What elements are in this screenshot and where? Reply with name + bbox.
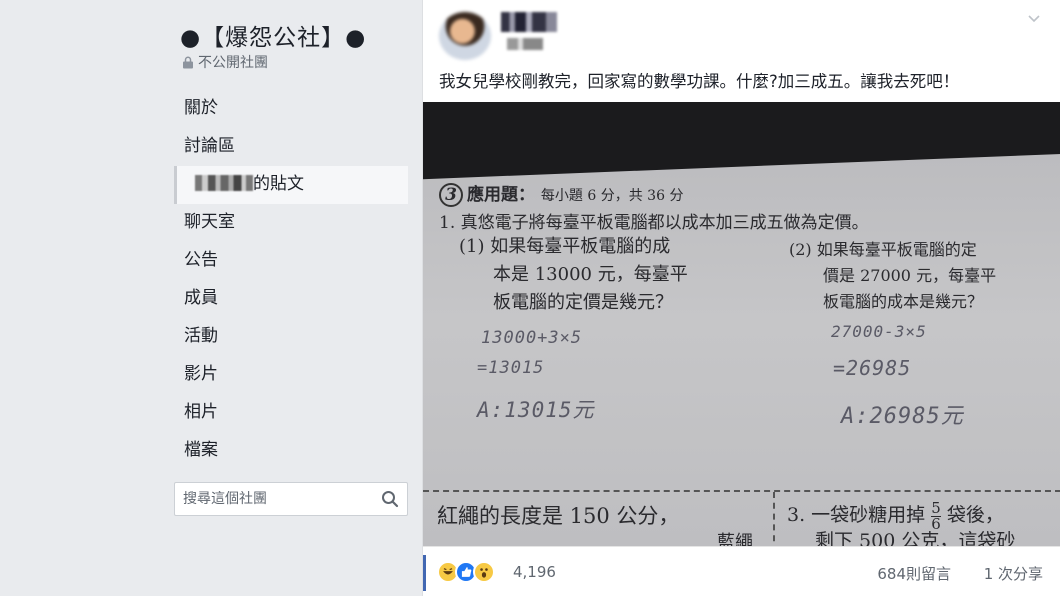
handwriting-2-line2: =26985 <box>833 356 912 380</box>
post-text: 我女兒學校剛教完，回家寫的數學功課。什麼?加三成五。讓我去死吧！ <box>439 72 960 91</box>
author-name-redacted[interactable] <box>501 12 557 32</box>
share-count[interactable]: 1 次分享 <box>984 563 1043 584</box>
worksheet-divider <box>423 490 1060 492</box>
group-sidebar: ●【爆怨公社】● 不公開社團 關於 討論區 的貼文 聊天室 公告 成員 活動 影… <box>0 0 422 596</box>
group-search-input[interactable] <box>183 491 381 507</box>
section-title: 應用題： <box>467 185 535 205</box>
search-icon[interactable] <box>381 490 399 508</box>
handwriting-1-line2: =13015 <box>477 358 545 378</box>
question-1-2-line1: (2) 如果每臺平板電腦的定 <box>789 240 977 259</box>
question-1-2-line3: 板電腦的成本是幾元？ <box>823 292 984 311</box>
handwriting-2-line1: 27000-3×5 <box>831 322 927 341</box>
privacy-label: 不公開社團 <box>198 55 268 71</box>
bottom-left-question-2: 藍繩 <box>717 532 753 546</box>
nav-item-member-posts-label: 的貼文 <box>253 174 304 194</box>
post-footer: 4,196 684則留言 1 次分享 <box>423 546 1060 596</box>
handwriting-2-line3: A:26985元 <box>841 404 964 429</box>
group-privacy: 不公開社團 <box>182 52 268 72</box>
nav-item-discussion[interactable]: 討論區 <box>174 128 410 166</box>
nav-item-videos[interactable]: 影片 <box>174 356 410 394</box>
bottom-right-question-tail: 袋後， <box>946 504 1004 526</box>
section-note: 每小題 6 分，共 36 分 <box>540 188 684 204</box>
group-search-box <box>174 482 408 516</box>
question-1-2-line2: 價是 27000 元，每臺平 <box>823 266 997 285</box>
nav-item-chat[interactable]: 聊天室 <box>174 204 410 242</box>
wow-icon[interactable] <box>473 561 495 583</box>
bottom-left-question: 紅繩的長度是 150 公分， <box>437 504 680 528</box>
nav-item-events[interactable]: 活動 <box>174 318 410 356</box>
handwriting-1-line1: 13000+3×5 <box>481 328 583 348</box>
bottom-right-question-2: 剩下 500 公克，這袋砂 <box>815 530 1016 546</box>
member-name-redacted <box>195 175 253 191</box>
nav-item-photos[interactable]: 相片 <box>174 394 410 432</box>
section-number: 3 <box>439 183 463 207</box>
nav-item-members[interactable]: 成員 <box>174 280 410 318</box>
nav-item-files[interactable]: 檔案 <box>174 432 410 470</box>
question-1-1-line2: 本是 13000 元，每臺平 <box>493 264 688 285</box>
nav-item-about[interactable]: 關於 <box>174 90 410 128</box>
question-1: 1. 真悠電子將每臺平板電腦都以成本加三成五做為定價。 <box>439 213 869 233</box>
lock-icon <box>183 56 193 68</box>
question-1-1-line1: (1) 如果每臺平板電腦的成 <box>459 236 671 257</box>
chevron-down-icon[interactable] <box>1026 10 1042 26</box>
nav-item-member-posts[interactable]: 的貼文 <box>174 166 408 204</box>
group-nav: 關於 討論區 的貼文 聊天室 公告 成員 活動 影片 相片 檔案 <box>174 90 410 470</box>
post-photo[interactable]: 3 應用題： 每小題 6 分，共 36 分 1. 真悠電子將每臺平板電腦都以成本加… <box>423 102 1060 546</box>
group-title[interactable]: ●【爆怨公社】● <box>180 18 366 52</box>
reaction-icons[interactable] <box>437 561 495 583</box>
worksheet-column-divider <box>773 492 775 546</box>
bottom-right-question-lead: 3. 一袋砂糖用掉 <box>787 504 926 526</box>
author-avatar[interactable] <box>439 12 491 60</box>
nav-item-announcements[interactable]: 公告 <box>174 242 410 280</box>
reaction-count[interactable]: 4,196 <box>513 563 556 581</box>
post-card: 我女兒學校剛教完，回家寫的數學功課。什麼?加三成五。讓我去死吧！ 3 應用題： 每… <box>422 0 1060 596</box>
comment-count[interactable]: 684則留言 <box>877 563 951 584</box>
handwriting-1-line3: A:13015元 <box>477 398 595 422</box>
question-1-1-line3: 板電腦的定價是幾元？ <box>493 292 673 313</box>
post-timestamp-redacted[interactable] <box>507 38 543 50</box>
worksheet-section-heading: 3 應用題： 每小題 6 分，共 36 分 <box>439 180 683 207</box>
footer-accent-bar <box>423 555 426 591</box>
